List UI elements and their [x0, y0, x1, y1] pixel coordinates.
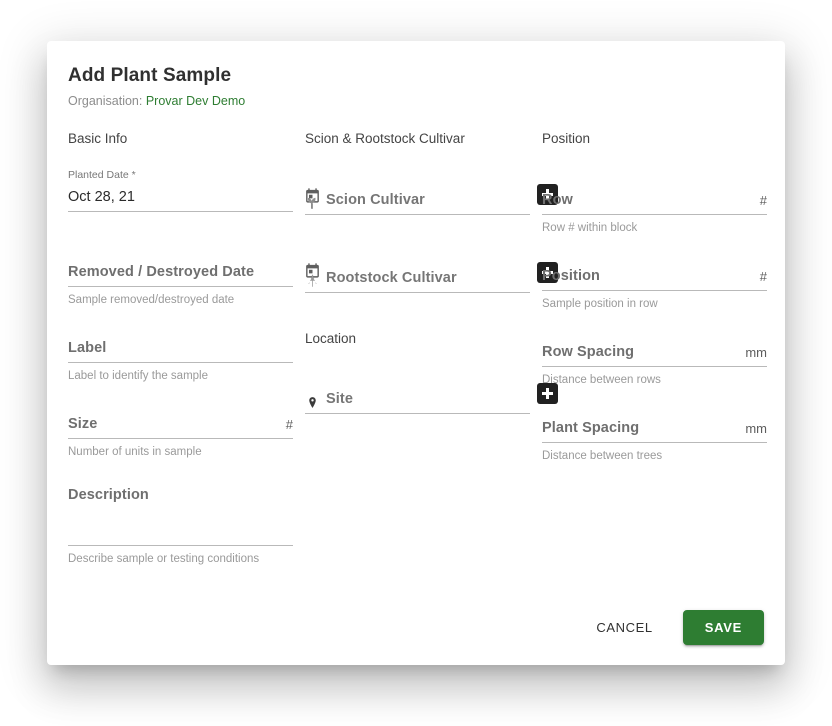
column-basic-info: Basic Info Planted Date * Oct 28, 21 Rem… — [68, 131, 319, 566]
field-site: Site — [305, 383, 558, 414]
planted-date-input[interactable]: Oct 28, 21 — [68, 183, 319, 212]
save-button[interactable]: SAVE — [682, 610, 764, 645]
section-header-scion-rootstock: Scion & Rootstock Cultivar — [305, 131, 465, 146]
field-rootstock-cultivar: Rootstock Cultivar — [305, 262, 558, 293]
tree-icon — [305, 271, 320, 292]
form-columns: Basic Info Planted Date * Oct 28, 21 Rem… — [68, 131, 767, 566]
rootstock-cultivar-placeholder: Rootstock Cultivar — [326, 270, 457, 286]
organisation-line: Organisation: Provar Dev Demo — [68, 94, 764, 109]
label-hint: Label to identify the sample — [68, 370, 209, 382]
size-hint: Number of units in sample — [68, 446, 202, 458]
position-input[interactable]: Position # — [542, 262, 767, 291]
row-hint: Row # within block — [542, 222, 638, 234]
planted-date-label: Planted Date * — [68, 169, 136, 181]
description-hint: Describe sample or testing conditions — [68, 553, 260, 565]
position-hint: Sample position in row — [542, 298, 658, 310]
plant-spacing-hint: Distance between trees — [542, 450, 663, 462]
label-input[interactable]: Label — [68, 334, 293, 363]
removed-destroyed-date-input[interactable]: Removed / Destroyed Date — [68, 258, 319, 287]
row-placeholder: Row — [542, 192, 573, 208]
plant-spacing-suffix: mm — [745, 421, 767, 436]
size-suffix: # — [285, 417, 293, 432]
row-spacing-placeholder: Row Spacing — [542, 344, 635, 360]
section-header-location: Location — [305, 331, 357, 346]
site-placeholder: Site — [326, 391, 353, 407]
section-header-basic-info: Basic Info — [68, 131, 128, 146]
organisation-label: Organisation: — [68, 94, 143, 108]
field-removed-destroyed-date: Removed / Destroyed Date Sample removed/… — [68, 258, 319, 307]
size-input[interactable]: Size # — [68, 410, 293, 439]
page-background: Add Plant Sample Organisation: Provar De… — [0, 0, 832, 726]
field-planted-date: Planted Date * Oct 28, 21 — [68, 169, 319, 212]
description-placeholder: Description — [68, 487, 149, 503]
rootstock-cultivar-input[interactable]: Rootstock Cultivar — [305, 262, 558, 293]
organisation-value: Provar Dev Demo — [145, 94, 246, 108]
field-row: Row # Row # within block — [542, 186, 767, 235]
field-position: Position # Sample position in row — [542, 262, 767, 311]
scion-cultivar-placeholder: Scion Cultivar — [326, 192, 425, 208]
position-placeholder: Position — [542, 268, 600, 284]
map-pin-icon — [305, 392, 320, 413]
section-header-position: Position — [542, 131, 591, 146]
planted-date-value: Oct 28, 21 — [68, 189, 135, 205]
row-spacing-hint: Distance between rows — [542, 374, 661, 386]
description-input[interactable]: Description — [68, 486, 293, 546]
position-suffix: # — [759, 269, 767, 284]
field-description: Description Describe sample or testing c… — [68, 486, 293, 566]
dialog-content: Add Plant Sample Organisation: Provar De… — [47, 41, 785, 665]
cancel-button[interactable]: CANCEL — [582, 611, 666, 644]
dialog-title: Add Plant Sample — [68, 65, 232, 86]
scion-cultivar-input[interactable]: Scion Cultivar — [305, 184, 558, 215]
row-spacing-input[interactable]: Row Spacing mm — [542, 338, 767, 367]
removed-destroyed-date-placeholder: Removed / Destroyed Date — [68, 264, 255, 280]
field-size: Size # Number of units in sample — [68, 410, 293, 459]
row-suffix: # — [759, 193, 767, 208]
field-row-spacing: Row Spacing mm Distance between rows — [542, 338, 767, 387]
plant-spacing-placeholder: Plant Spacing — [542, 420, 640, 436]
site-input[interactable]: Site — [305, 383, 558, 414]
seedling-icon — [305, 193, 320, 214]
row-spacing-suffix: mm — [745, 345, 767, 360]
label-placeholder: Label — [68, 340, 107, 356]
column-position: Position Row # Row # within block Positi… — [537, 131, 774, 566]
field-scion-cultivar: Scion Cultivar — [305, 184, 558, 215]
plant-spacing-input[interactable]: Plant Spacing mm — [542, 414, 767, 443]
column-scion-rootstock: Scion & Rootstock Cultivar Scion Cultiva… — [300, 131, 558, 566]
add-plant-sample-dialog: Add Plant Sample Organisation: Provar De… — [47, 41, 785, 665]
size-placeholder: Size — [68, 416, 98, 432]
field-label: Label Label to identify the sample — [68, 334, 293, 383]
dialog-footer: CANCEL SAVE — [582, 610, 764, 645]
removed-destroyed-date-hint: Sample removed/destroyed date — [68, 294, 235, 306]
field-plant-spacing: Plant Spacing mm Distance between trees — [542, 414, 767, 463]
row-input[interactable]: Row # — [542, 186, 767, 215]
